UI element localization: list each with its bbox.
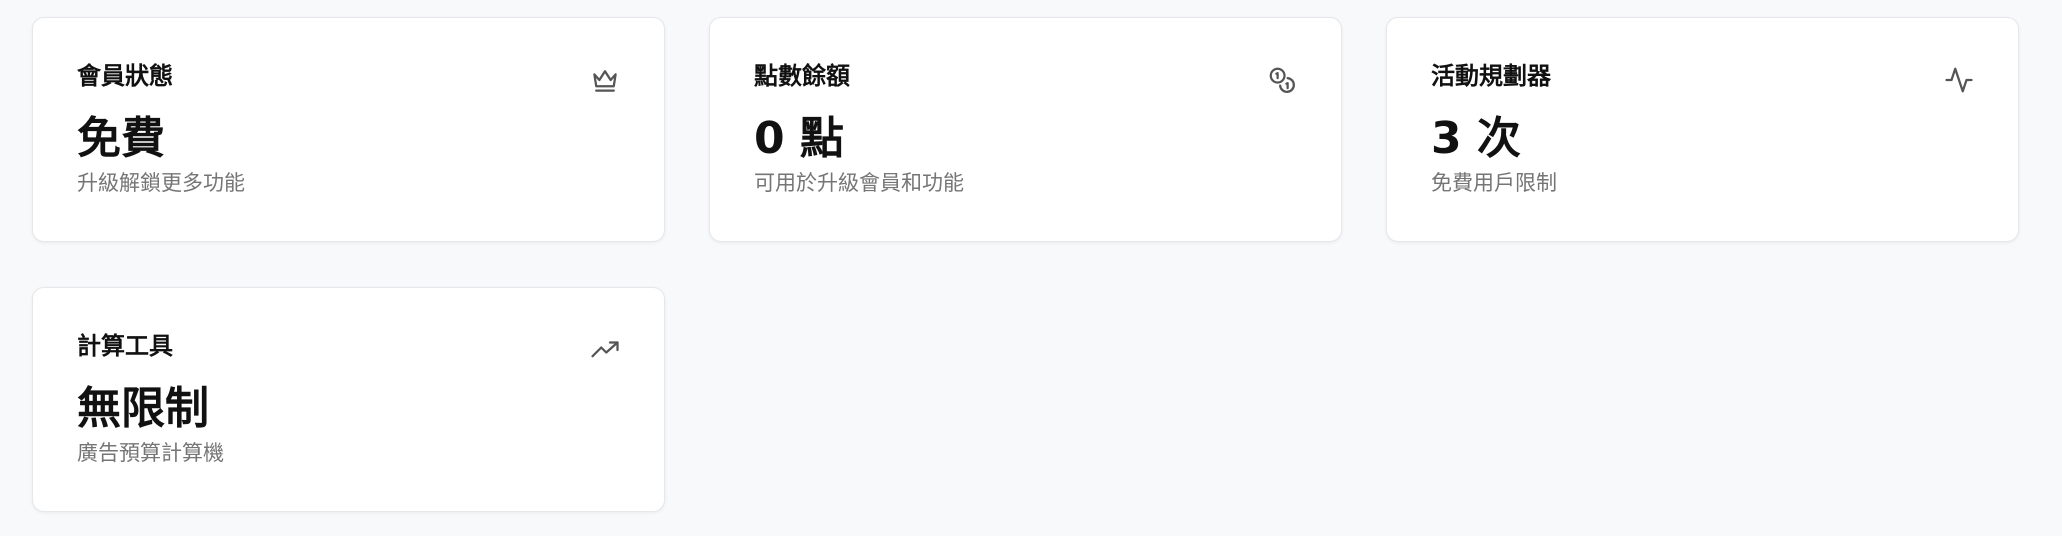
card-description: 廣告預算計算機 (77, 441, 224, 465)
points-balance-card: 點數餘額 0 點 可用於升級會員和功能 (709, 17, 1342, 242)
card-value: 0 點 (754, 113, 844, 164)
card-description: 免費用戶限制 (1431, 171, 1557, 195)
membership-status-card: 會員狀態 免費 升級解鎖更多功能 (32, 17, 665, 242)
coins-icon (1267, 65, 1297, 95)
card-title: 活動規劃器 (1431, 62, 1551, 90)
card-description: 升級解鎖更多功能 (77, 171, 245, 195)
card-description: 可用於升級會員和功能 (754, 171, 964, 195)
card-title: 點數餘額 (754, 62, 850, 90)
crown-icon (590, 65, 620, 95)
card-title: 計算工具 (77, 332, 173, 360)
card-title: 會員狀態 (77, 62, 173, 90)
trending-up-icon (590, 335, 620, 365)
card-value: 3 次 (1431, 113, 1521, 164)
activity-icon (1944, 65, 1974, 95)
calculator-tools-card: 計算工具 無限制 廣告預算計算機 (32, 287, 665, 512)
activity-planner-card: 活動規劃器 3 次 免費用戶限制 (1386, 17, 2019, 242)
card-value: 無限制 (77, 383, 209, 434)
card-value: 免費 (77, 113, 165, 164)
stats-card-grid: 會員狀態 免費 升級解鎖更多功能 點數餘額 0 點 可用於升級會員和功能 活動規… (32, 17, 2020, 512)
